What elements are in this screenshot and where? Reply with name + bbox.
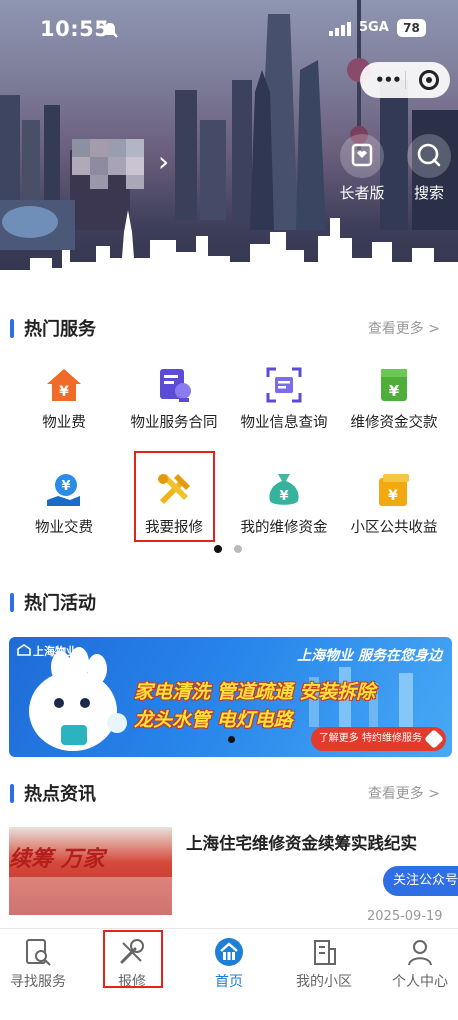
signal-icon (329, 22, 351, 36)
banner-brand: 上海物业 (33, 645, 77, 658)
section-accent-bar (10, 784, 14, 803)
svg-text:¥: ¥ (389, 382, 400, 400)
service-my-repair-fund[interactable]: ¥ 我的维修资金 (227, 470, 341, 560)
service-label: 物业交费 (35, 520, 93, 536)
news-thumbnail-text: 续筹 万家 (9, 846, 105, 872)
elder-mode-button[interactable]: 长者版 (334, 134, 390, 203)
tab-label: 首页 (215, 974, 243, 990)
service-public-income[interactable]: ¥ 小区公共收益 (337, 470, 451, 560)
hot-activities-header: 热门活动 (0, 588, 458, 618)
diamond-icon (424, 729, 444, 749)
battery-indicator: 78 (397, 19, 426, 37)
mini-program-capsule[interactable]: ••• (360, 62, 450, 98)
bottom-tab-bar: 寻找服务 报修 首页 我的小区 个人中心 (0, 928, 458, 1020)
elder-mode-label: 长者版 (339, 184, 385, 202)
tab-find-service[interactable]: 寻找服务 (0, 937, 84, 991)
close-target-icon[interactable] (419, 70, 439, 90)
home-icon (215, 938, 243, 966)
find-service-icon (26, 939, 51, 966)
service-label: 维修资金交款 (350, 415, 438, 431)
page-dot (234, 545, 242, 553)
banner-slogan: 上海物业 服务在您身边 (297, 648, 442, 664)
contract-icon (160, 369, 191, 402)
yen-card-icon: ¥ (381, 369, 407, 401)
more-dots-icon[interactable]: ••• (375, 71, 402, 89)
banner-indicator-dot (228, 736, 235, 743)
hot-news-more-link[interactable]: 查看更多 > (368, 783, 440, 803)
service-info-query[interactable]: 物业信息查询 (227, 365, 341, 455)
hot-activities-title: 热门活动 (24, 593, 96, 614)
svg-text:¥: ¥ (61, 479, 70, 494)
network-label: 5GA (359, 20, 389, 35)
hot-services-title: 热门服务 (24, 319, 96, 340)
follow-account-button[interactable]: 关注公众号 (383, 866, 458, 896)
service-label: 我的维修资金 (240, 520, 328, 536)
hand-yen-icon: ¥ (47, 474, 80, 506)
news-title[interactable]: 上海住宅维修资金续筹实践纪实 (186, 830, 417, 854)
location-name-blurred[interactable] (72, 135, 162, 191)
tab-my-community[interactable]: 我的小区 (278, 937, 370, 991)
banner-learn-more-button[interactable]: 了解更多 特约维修服务 (310, 727, 446, 751)
section-accent-bar (10, 593, 14, 612)
service-property-fee[interactable]: ¥ 物业费 (7, 365, 121, 455)
search-icon (417, 143, 441, 167)
bell-mute-icon (102, 22, 118, 38)
banner-button-label: 了解更多 特约维修服务 (318, 733, 422, 744)
service-fund-payment[interactable]: ¥ 维修资金交款 (337, 365, 451, 455)
tab-personal-center[interactable]: 个人中心 (374, 937, 458, 991)
section-accent-bar (10, 319, 14, 338)
scan-query-icon (266, 367, 302, 403)
hot-services-header: 热门服务 查看更多 > (0, 314, 458, 344)
tab-label: 个人中心 (392, 974, 448, 990)
person-icon (408, 940, 432, 966)
service-property-payment[interactable]: ¥ 物业交费 (7, 470, 121, 560)
hot-news-title: 热点资讯 (24, 784, 96, 805)
tab-label: 寻找服务 (10, 974, 66, 990)
service-label: 小区公共收益 (350, 520, 438, 536)
hot-news-header: 热点资讯 查看更多 > (0, 779, 458, 809)
svg-text:¥: ¥ (279, 489, 288, 504)
repair-highlight-box (134, 451, 215, 542)
brand-logo-icon (17, 644, 31, 656)
service-label: 物业费 (42, 415, 86, 431)
chevron-right-icon[interactable]: › (158, 148, 169, 176)
building-icon (314, 940, 336, 965)
capsule-divider (405, 71, 406, 89)
hot-services-more-link[interactable]: 查看更多 > (368, 318, 440, 338)
banner-line-1: 家电清洗 管道疏通 安装拆除 (134, 681, 376, 703)
news-date: 2025-09-19 (367, 909, 443, 924)
repair-tab-highlight-box (103, 930, 163, 988)
news-thumbnail[interactable]: 续筹 万家 (9, 827, 172, 915)
hero-banner: 10:55 5GA 78 ••• › 长者版 搜索 (0, 0, 458, 292)
tab-label: 我的小区 (296, 974, 352, 990)
service-label: 物业信息查询 (240, 415, 328, 431)
svg-text:¥: ¥ (59, 384, 69, 400)
activity-banner[interactable]: 上海物业 上海物业 服务在您身边 家电清洗 管道疏通 安装拆除 龙头水管 电灯电… (9, 637, 452, 757)
banner-line-2: 龙头水管 电灯电路 (134, 709, 293, 731)
page-dot-active (214, 545, 222, 553)
search-label: 搜索 (413, 184, 444, 202)
search-button[interactable]: 搜索 (404, 134, 454, 203)
service-contract[interactable]: 物业服务合同 (117, 365, 231, 455)
house-yen-icon: ¥ (47, 369, 81, 401)
elder-mode-icon (351, 143, 373, 167)
tab-home[interactable]: 首页 (183, 937, 275, 991)
service-label: 物业服务合同 (130, 415, 218, 431)
status-time: 10:55 (40, 17, 110, 41)
news-thumbnail-overlay (9, 877, 172, 915)
svg-text:¥: ¥ (388, 488, 398, 504)
wallet-yen-icon: ¥ (379, 474, 409, 506)
status-bar: 10:55 5GA 78 (0, 0, 458, 58)
money-bag-icon: ¥ (269, 474, 299, 505)
